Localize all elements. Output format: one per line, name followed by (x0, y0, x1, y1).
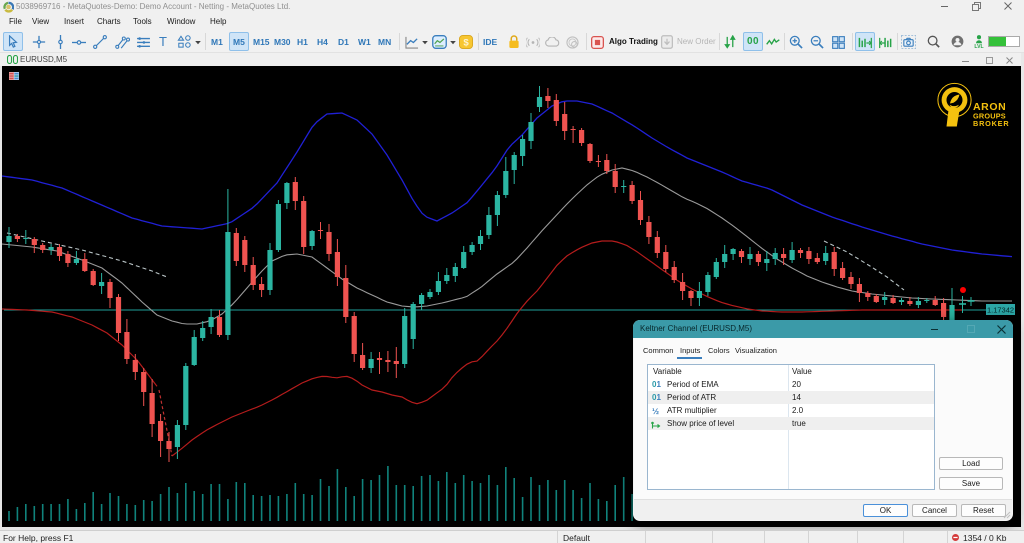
svg-text:LVL: LVL (974, 44, 983, 49)
svg-text:$: $ (463, 38, 469, 49)
svg-text:1.17342: 1.17342 (987, 306, 1014, 315)
svg-text:BROKER: BROKER (973, 119, 1009, 128)
